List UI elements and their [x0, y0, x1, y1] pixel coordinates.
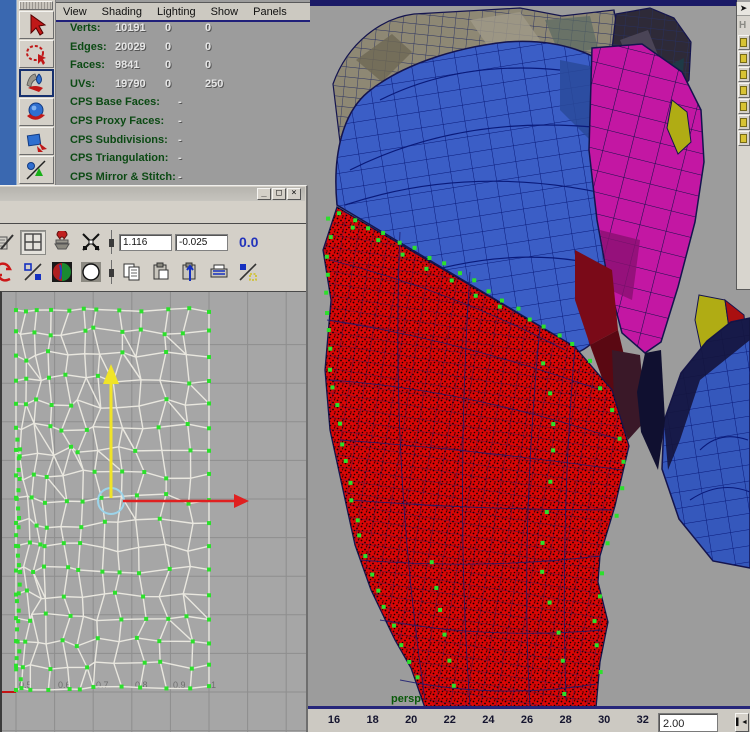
- uv-axis-label: 0.7: [96, 680, 109, 690]
- timeline-tick-22: 22: [444, 714, 456, 726]
- perspective-viewport[interactable]: [310, 6, 750, 708]
- cursor-icon: ➤: [737, 2, 750, 16]
- hud-cps-row: CPS Subdivisions:-: [70, 134, 300, 153]
- select-arrow-icon: [23, 13, 49, 37]
- camera-name-label: persp: [391, 693, 421, 705]
- refresh-value-label: 0.0: [239, 234, 258, 250]
- snap-percent-icon[interactable]: [20, 260, 46, 285]
- time-slider[interactable]: 16 18 20 22 24 26 28 30 32 ▌◄◄: [308, 706, 750, 732]
- shelf-icon: [740, 54, 747, 63]
- hud-stat-row: Verts:1019100: [70, 22, 300, 41]
- uv-texture-editor-window: _ □ ×: [0, 185, 308, 732]
- shelf-icon: [740, 70, 747, 79]
- menu-item-lighting[interactable]: Lighting: [157, 6, 196, 18]
- timeline-tick-24: 24: [482, 714, 494, 726]
- hud-stat-row: UVs:197900250: [70, 78, 300, 97]
- shelf-button[interactable]: [738, 67, 750, 82]
- copy-percent-icon[interactable]: [235, 260, 261, 285]
- timeline-tick-20: 20: [405, 714, 417, 726]
- minimize-button[interactable]: _: [257, 188, 271, 200]
- shelf-icon: [740, 134, 747, 143]
- uv-editor-canvas[interactable]: 0.50.60.70.80.91: [0, 291, 306, 732]
- shelf-button[interactable]: [738, 83, 750, 98]
- scale-tool-button[interactable]: [19, 127, 54, 155]
- rotate-tool-button[interactable]: [19, 98, 54, 126]
- uv-editor-titlebar[interactable]: _ □ ×: [0, 187, 305, 201]
- side-panel-header: H: [737, 16, 750, 34]
- paste-v-icon[interactable]: [206, 260, 232, 285]
- copy-uv-icon[interactable]: [119, 260, 145, 285]
- cycle-uv-icon[interactable]: [0, 260, 17, 285]
- toolbox: [17, 0, 56, 185]
- shelf-icon: [740, 102, 747, 111]
- lasso-select-tool-button[interactable]: [19, 40, 54, 68]
- menu-item-panels[interactable]: Panels: [253, 6, 287, 18]
- shelf-button[interactable]: [738, 99, 750, 114]
- shelf-icon: [740, 118, 747, 127]
- dim-image-icon[interactable]: [78, 260, 104, 285]
- lasso-icon: [23, 42, 49, 66]
- magnet-snap-icon[interactable]: [49, 230, 75, 255]
- maximize-button[interactable]: □: [272, 188, 286, 200]
- uv-editor-toolbar: 0.0: [0, 226, 306, 290]
- side-shelf-panel: ➤ H: [736, 2, 750, 290]
- timeline-tick-26: 26: [521, 714, 533, 726]
- paint-select-tool-button[interactable]: [19, 69, 54, 97]
- scale-icon: [23, 129, 49, 153]
- uv-axis-label: 1: [211, 680, 216, 690]
- viewport-menubar: View Shading Lighting Show Panels: [56, 2, 310, 22]
- shaded-display-icon[interactable]: [49, 260, 75, 285]
- grid-toggle-icon[interactable]: [20, 230, 46, 255]
- go-to-start-button[interactable]: ▌◄◄: [735, 713, 749, 732]
- rotate-icon: [23, 100, 49, 124]
- hud-cps-row: CPS Base Faces:-: [70, 96, 300, 115]
- timeline-tick-18: 18: [366, 714, 378, 726]
- v-coordinate-field[interactable]: [175, 234, 228, 251]
- paste-uv-icon[interactable]: [148, 260, 174, 285]
- soft-mod-icon: [23, 158, 49, 182]
- maya-application: View Shading Lighting Show Panels Verts:1019…: [0, 0, 750, 732]
- paste-u-icon[interactable]: [177, 260, 203, 285]
- timeline-tick-16: 16: [328, 714, 340, 726]
- hud-stat-row: Edges:2002900: [70, 41, 300, 60]
- edit-uv-icon[interactable]: [0, 230, 17, 255]
- timeline-tick-28: 28: [559, 714, 571, 726]
- hud-cps-row: CPS Proxy Faces:-: [70, 115, 300, 134]
- shelf-button[interactable]: [738, 131, 750, 146]
- shelf-icon: [740, 38, 747, 47]
- close-button[interactable]: ×: [287, 188, 301, 200]
- toolbar-separator: [111, 260, 112, 284]
- end-time-field[interactable]: [658, 713, 718, 732]
- paint-select-icon: [23, 71, 49, 95]
- shelf-button[interactable]: [738, 51, 750, 66]
- u-coordinate-field[interactable]: [119, 234, 172, 251]
- select-tool-button[interactable]: [19, 11, 54, 39]
- hud-cps-row: CPS Triangulation:-: [70, 152, 300, 171]
- toolbox-grip[interactable]: [19, 1, 53, 10]
- timeline-tick-30: 30: [598, 714, 610, 726]
- timeline-tick-32: 32: [637, 714, 649, 726]
- toolbar-separator: [111, 230, 112, 254]
- hud-stat-row: Faces:984100: [70, 59, 300, 78]
- shelf-icon: [740, 86, 747, 95]
- pixel-snap-icon[interactable]: [78, 230, 104, 255]
- toolbar-separator: [0, 223, 306, 224]
- soft-mod-tool-button[interactable]: [19, 156, 54, 184]
- poly-count-hud: Verts:1019100Edges:2002900Faces:984100UV…: [70, 22, 300, 189]
- shelf-button[interactable]: [738, 115, 750, 130]
- menu-item-view[interactable]: View: [63, 6, 87, 18]
- menu-item-shading[interactable]: Shading: [102, 6, 142, 18]
- shelf-button[interactable]: [738, 35, 750, 50]
- window-edge-strip: [0, 0, 17, 185]
- menu-item-show[interactable]: Show: [211, 6, 239, 18]
